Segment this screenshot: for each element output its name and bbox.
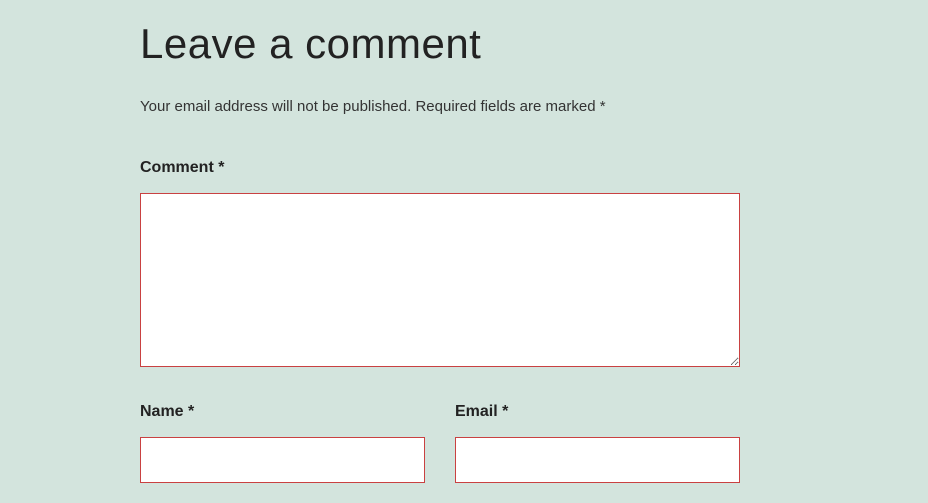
form-notice: Your email address will not be published… <box>140 96 788 119</box>
notice-required: Required fields are marked * <box>415 98 605 115</box>
name-field-group: Name * <box>140 403 425 483</box>
form-heading: Leave a comment <box>140 20 788 68</box>
name-label: Name * <box>140 403 425 421</box>
comment-input[interactable] <box>140 193 740 367</box>
comment-form: Leave a comment Your email address will … <box>0 0 928 483</box>
comment-label: Comment * <box>140 159 788 177</box>
comment-field-group: Comment * <box>140 159 788 367</box>
email-input[interactable] <box>455 437 740 483</box>
name-input[interactable] <box>140 437 425 483</box>
notice-privacy: Your email address will not be published… <box>140 98 411 115</box>
email-field-group: Email * <box>455 403 740 483</box>
email-label: Email * <box>455 403 740 421</box>
name-email-row: Name * Email * <box>140 403 788 483</box>
